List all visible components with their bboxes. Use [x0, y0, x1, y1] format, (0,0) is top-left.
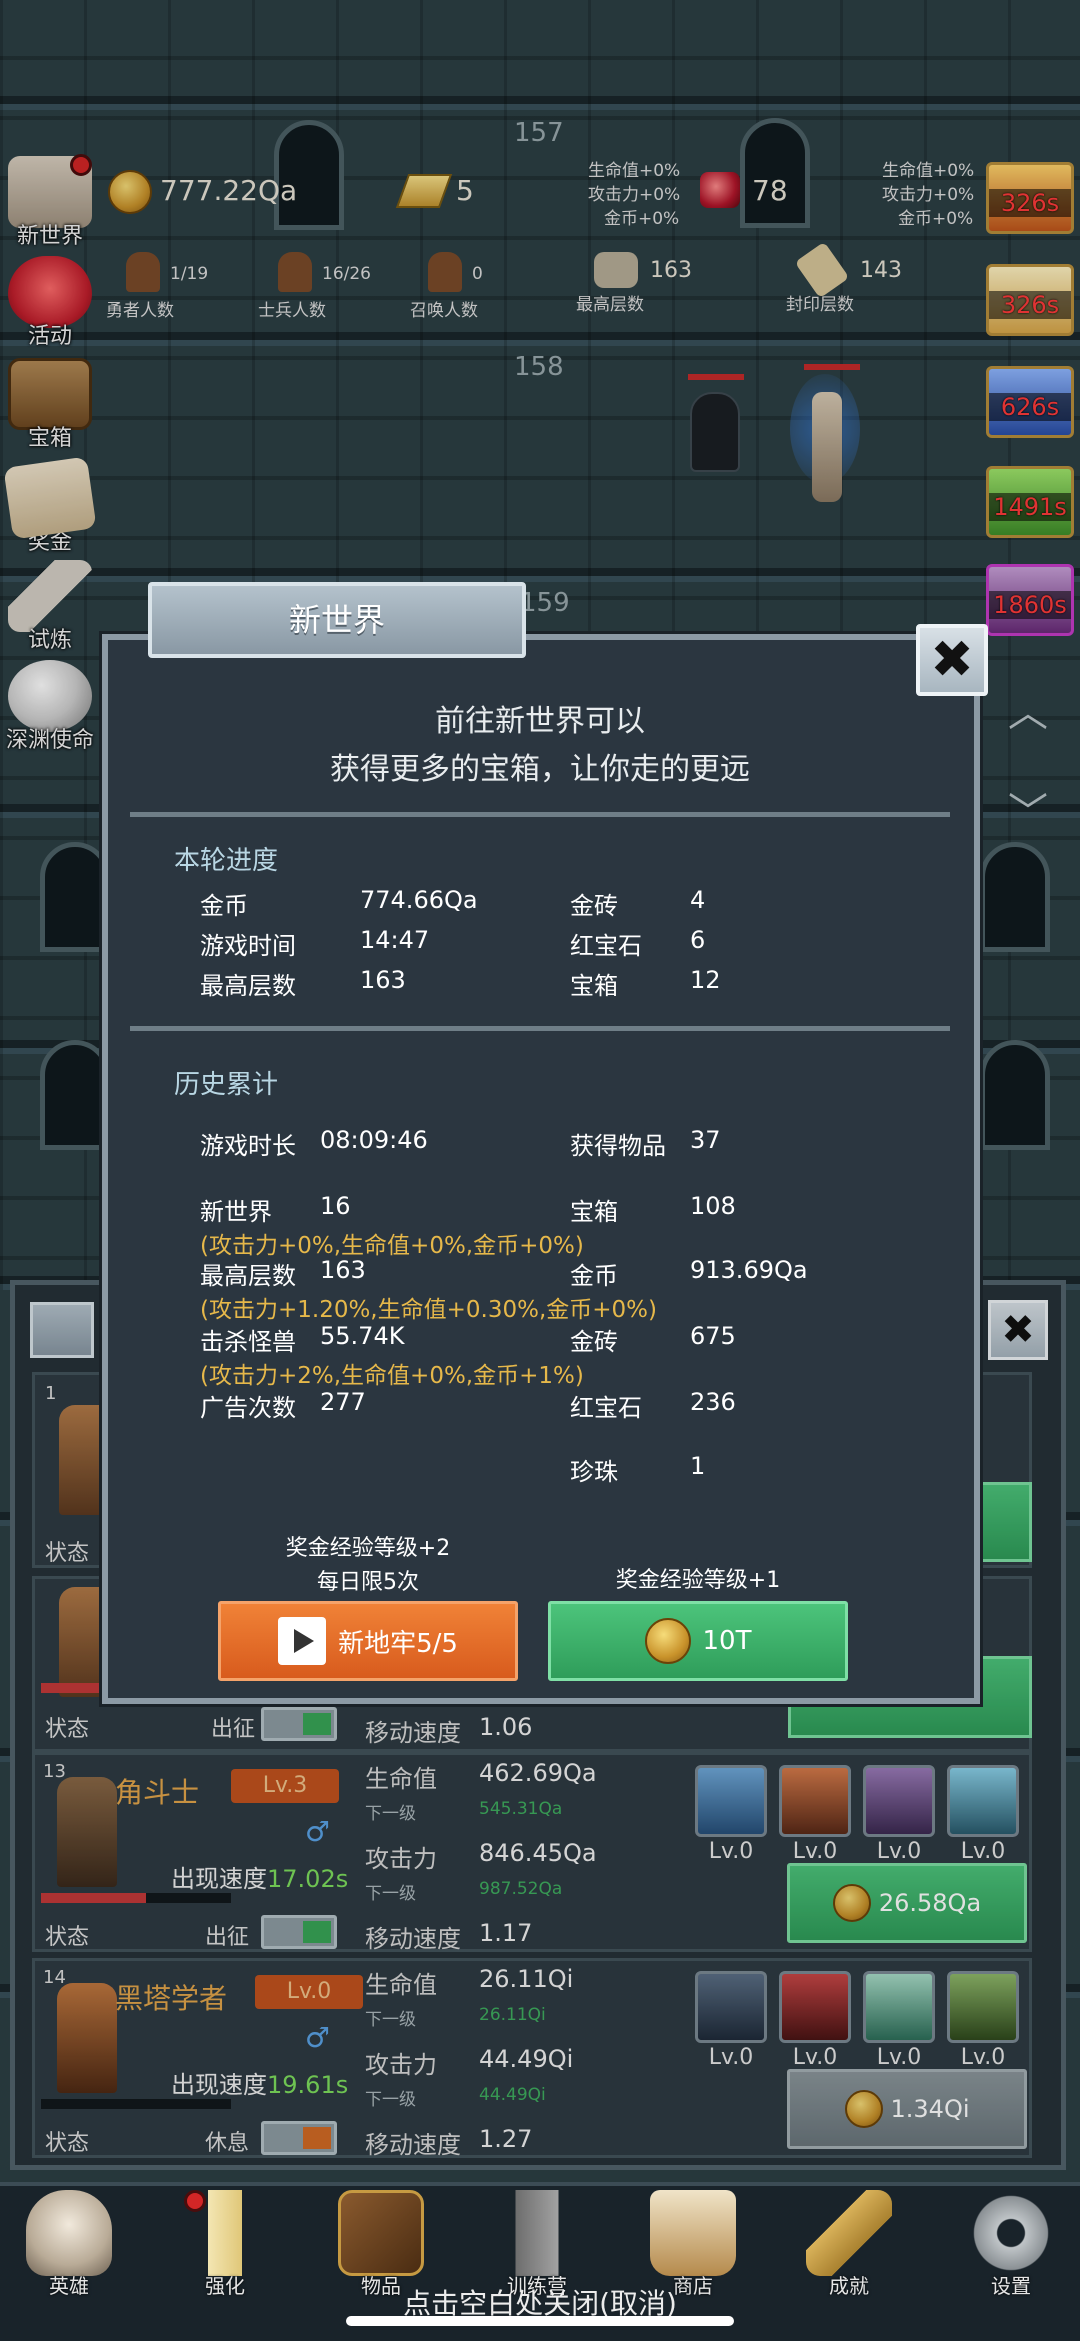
round-gold-value: 774.66Qa [360, 886, 478, 914]
maxfloor-bonus: (攻击力+1.20%,生命值+0.30%,金币+0%) [200, 1297, 658, 1323]
pay-coin-new-world-button[interactable]: 10T [548, 1601, 848, 1681]
game-screen: { "floors": {"f157": "157", "f158": "158… [0, 0, 1080, 2341]
round-bar-value: 4 [690, 886, 706, 914]
round-gold-label: 金币 [200, 892, 248, 920]
round-chest-label: 宝箱 [570, 972, 618, 1000]
history-bar-value: 675 [690, 1322, 736, 1350]
history-playtime-label: 游戏时长 [200, 1132, 296, 1160]
history-kills-label: 击杀怪兽 [200, 1328, 296, 1356]
round-ruby-value: 6 [690, 926, 706, 954]
round-progress-title: 本轮进度 [174, 846, 279, 876]
history-title: 历史累计 [174, 1070, 279, 1100]
history-gold-label: 金币 [570, 1262, 618, 1290]
divider [130, 1026, 950, 1031]
divider [130, 812, 950, 817]
beer-mug-icon [650, 2190, 736, 2276]
history-ads-label: 广告次数 [200, 1394, 296, 1422]
lantern-icon [494, 2190, 580, 2276]
coin-icon [644, 1618, 691, 1664]
ad-note-1: 奖金经验等级+2 [285, 1536, 451, 1561]
gear-icon [968, 2190, 1054, 2276]
round-bar-label: 金砖 [570, 892, 618, 920]
round-time-value: 14:47 [360, 926, 430, 954]
video-play-icon [278, 1617, 327, 1665]
history-chest-value: 108 [690, 1192, 736, 1220]
history-kills-value: 55.74K [320, 1322, 405, 1350]
history-gold-value: 913.69Qa [690, 1256, 808, 1284]
notification-dot [184, 2190, 206, 2212]
history-ruby-label: 红宝石 [570, 1394, 642, 1422]
kills-bonus: (攻击力+2%,生命值+0%,金币+1%) [200, 1363, 584, 1389]
history-chest-label: 宝箱 [570, 1198, 618, 1226]
round-floor-value: 163 [360, 966, 406, 994]
ad-note-2: 每日限5次 [317, 1570, 419, 1595]
intro-line-1: 前往新世界可以 [435, 704, 645, 739]
history-items-label: 获得物品 [570, 1132, 666, 1160]
round-floor-label: 最高层数 [200, 972, 296, 1000]
dialog-close-button[interactable]: ✖ [916, 624, 988, 696]
history-pearl-value: 1 [690, 1452, 706, 1480]
history-newworld-label: 新世界 [200, 1198, 272, 1226]
ad-button-label: 新地牢5/5 [338, 1628, 458, 1659]
coin-note: 奖金经验等级+1 [615, 1568, 781, 1593]
home-indicator[interactable] [346, 2316, 734, 2326]
round-time-label: 游戏时间 [200, 932, 296, 960]
history-pearl-label: 珍珠 [570, 1458, 618, 1486]
coin-button-label: 10T [702, 1626, 752, 1656]
history-bar-label: 金砖 [570, 1328, 618, 1356]
history-maxfloor-label: 最高层数 [200, 1262, 296, 1290]
history-ruby-value: 236 [690, 1388, 736, 1416]
history-playtime-value: 08:09:46 [320, 1126, 428, 1154]
key-icon [806, 2190, 892, 2276]
newworld-bonus: (攻击力+0%,生命值+0%,金币+0%) [200, 1233, 584, 1259]
watch-ad-new-dungeon-button[interactable]: 新地牢5/5 [218, 1601, 518, 1681]
dialog-title: 新世界 [148, 582, 526, 658]
round-chest-value: 12 [690, 966, 721, 994]
book-icon [338, 2190, 424, 2276]
close-icon: ✖ [930, 630, 974, 690]
history-newworld-value: 16 [320, 1192, 351, 1220]
intro-line-2: 获得更多的宝箱，让你走的更远 [330, 752, 750, 787]
history-ads-value: 277 [320, 1388, 366, 1416]
history-items-value: 37 [690, 1126, 721, 1154]
skull-icon [26, 2190, 112, 2276]
round-ruby-label: 红宝石 [570, 932, 642, 960]
history-maxfloor-value: 163 [320, 1256, 366, 1284]
